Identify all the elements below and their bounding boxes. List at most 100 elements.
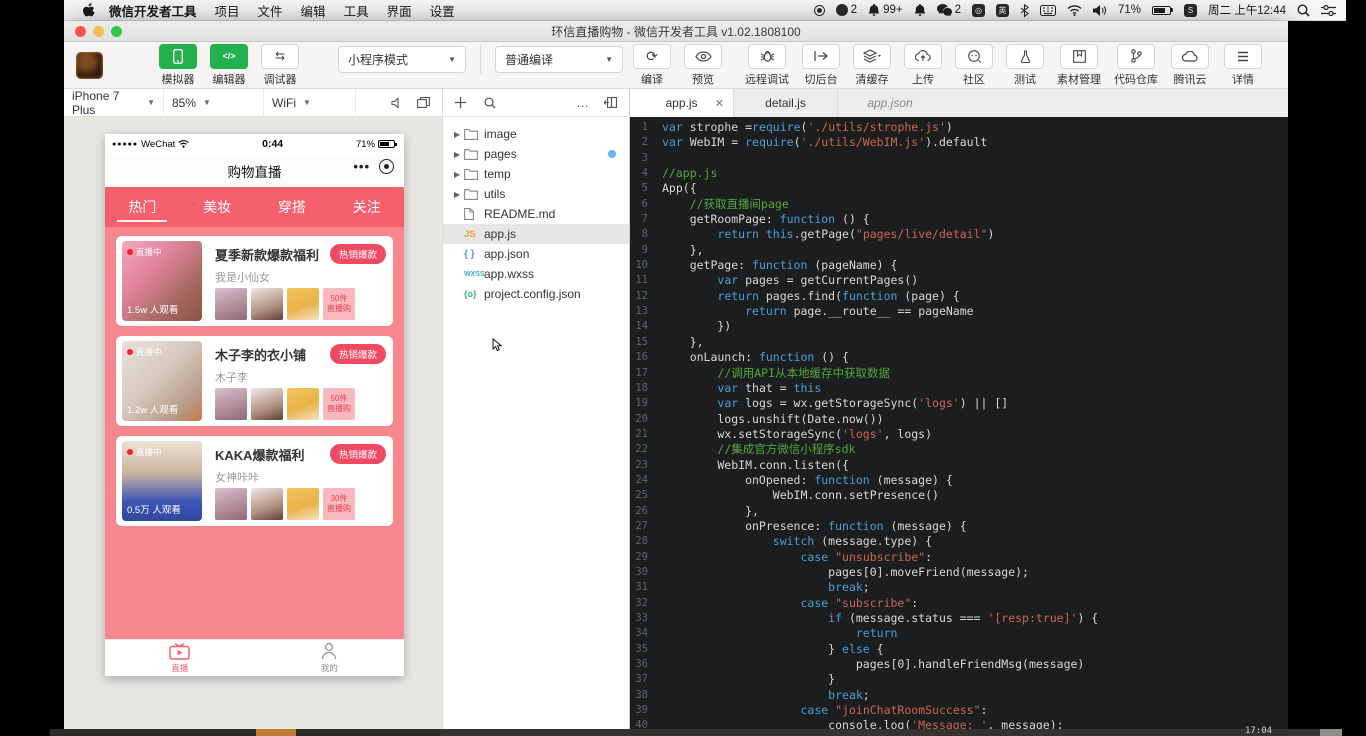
close-tab-icon[interactable]: ✕ [715, 97, 724, 110]
tabbar-live[interactable]: 直播 [105, 640, 255, 676]
tree-file-appjs[interactable]: JS app.js [443, 224, 629, 244]
live-card[interactable]: 直播中 1.2w 人观看 木子李的衣小铺 热销爆款 木子李 50件直播购 [116, 336, 393, 426]
close-window-button[interactable] [75, 26, 86, 37]
code-line[interactable]: 34 return [630, 626, 1288, 641]
code-line[interactable]: 36 pages[0].handleFriendMsg(message) [630, 657, 1288, 672]
tencent-cloud-button[interactable]: 腾讯云 [1171, 44, 1209, 87]
keyboard-icon[interactable] [1040, 5, 1056, 16]
live-card[interactable]: 直播中 1.5w 人观看 夏季新款爆款福利 热销爆款 我是小仙女 50件直播购 [116, 236, 393, 326]
buy-box[interactable]: 50件直播购 [323, 388, 355, 420]
code-line[interactable]: 27 onPresence: function (message) { [630, 519, 1288, 534]
code-line[interactable]: 7 getRoomPage: function () { [630, 212, 1288, 227]
upload-button[interactable]: 上传 [904, 44, 942, 87]
product-thumb[interactable] [251, 288, 283, 320]
menu-item[interactable]: 设置 [430, 1, 455, 20]
tab-beauty[interactable]: 美妆 [180, 187, 255, 227]
code-line[interactable]: 19 var logs = wx.getStorageSync('logs') … [630, 396, 1288, 411]
mode-select[interactable]: 小程序模式▼ [338, 46, 466, 73]
host-thumbnail[interactable]: 直播中 1.5w 人观看 [122, 241, 202, 321]
code-line[interactable]: 30 pages[0].moveFriend(message); [630, 565, 1288, 580]
preview-button[interactable]: 预览 [684, 44, 722, 87]
code-line[interactable]: 33 if (message.status === '[resp:true]')… [630, 611, 1288, 626]
code-line[interactable]: 37 } [630, 672, 1288, 687]
product-thumb[interactable] [287, 388, 319, 420]
code-line[interactable]: 4//app.js [630, 166, 1288, 181]
capsule-close-icon[interactable] [379, 159, 394, 174]
community-button[interactable]: 社区 [955, 44, 993, 87]
code-line[interactable]: 2var WebIM = require('./utils/WebIM.js')… [630, 135, 1288, 150]
tree-file-readme[interactable]: README.md [443, 204, 629, 224]
bell-icon[interactable] [868, 4, 880, 17]
product-thumb[interactable] [215, 488, 247, 520]
product-thumb[interactable] [215, 288, 247, 320]
vpn-icon[interactable] [836, 4, 848, 16]
code-line[interactable]: 31 break; [630, 580, 1288, 595]
tab-follow[interactable]: 关注 [329, 187, 404, 227]
editor-tab-appjson[interactable]: app.json [838, 89, 942, 117]
code-repo-button[interactable]: 代码仓库 [1114, 44, 1158, 87]
debugger-toggle-button[interactable]: ⇆ 调试器 [261, 44, 299, 87]
menu-app-name[interactable]: 微信开发者工具 [109, 1, 197, 20]
material-manage-button[interactable]: 素材管理 [1057, 44, 1101, 87]
code-line[interactable]: 25 WebIM.conn.setPresence() [630, 488, 1288, 503]
wechat-icon[interactable] [937, 4, 952, 16]
buy-box[interactable]: 30件直播购 [323, 488, 355, 520]
test-button[interactable]: 测试 [1006, 44, 1044, 87]
code-line[interactable]: 22 //集成官方微信小程序sdk [630, 442, 1288, 457]
spotlight-search-icon[interactable] [1297, 4, 1310, 17]
scale-select[interactable]: 85%▼ [164, 89, 264, 116]
tree-folder-temp[interactable]: ▶ temp [443, 164, 629, 184]
ime-lang-icon[interactable]: 英 [996, 4, 1009, 17]
code-line[interactable]: 14 }) [630, 319, 1288, 334]
tree-folder-utils[interactable]: ▶ utils [443, 184, 629, 204]
code-line[interactable]: 18 var that = this [630, 381, 1288, 396]
code-line[interactable]: 10 getPage: function (pageName) { [630, 258, 1288, 273]
ime-app-icon[interactable]: ◎ [972, 4, 985, 17]
code-line[interactable]: 28 switch (message.type) { [630, 534, 1288, 549]
bluetooth-icon[interactable] [1020, 4, 1029, 17]
device-select[interactable]: iPhone 7 Plus▼ [64, 89, 164, 116]
details-button[interactable]: 详情 [1224, 44, 1262, 87]
code-line[interactable]: 29 case "unsubscribe": [630, 550, 1288, 565]
code-line[interactable]: 17 //调用API从本地缓存中获取数据 [630, 366, 1288, 381]
volume-icon[interactable] [1093, 5, 1107, 16]
code-line[interactable]: 21 wx.setStorageSync('logs', logs) [630, 427, 1288, 442]
tree-folder-pages[interactable]: ▶ pages [443, 144, 629, 164]
code-line[interactable]: 1var strophe =require('./utils/strophe.j… [630, 120, 1288, 135]
collapse-panel-icon[interactable] [604, 97, 617, 108]
menubar-clock[interactable]: 周二 上午12:44 [1208, 2, 1286, 18]
code-line[interactable]: 5App({ [630, 181, 1288, 196]
proxy-app-icon[interactable]: S [1184, 4, 1197, 17]
code-lines[interactable]: 1var strophe =require('./utils/strophe.j… [630, 117, 1288, 729]
code-line[interactable]: 23 WebIM.conn.listen({ [630, 458, 1288, 473]
more-menu-icon[interactable]: ••• [353, 159, 370, 174]
code-line[interactable]: 11 var pages = getCurrentPages() [630, 273, 1288, 288]
window-titlebar[interactable]: 环信直播购物 - 微信开发者工具 v1.02.1808100 [64, 21, 1288, 42]
code-line[interactable]: 15 }, [630, 335, 1288, 350]
product-thumb[interactable] [287, 488, 319, 520]
menu-item[interactable]: 文件 [258, 1, 283, 20]
code-line[interactable]: 32 case "subscribe": [630, 596, 1288, 611]
code-line[interactable]: 20 logs.unshift(Date.now()) [630, 412, 1288, 427]
editor-toggle-button[interactable]: </> 编辑器 [210, 44, 248, 87]
product-thumb[interactable] [251, 488, 283, 520]
compile-mode-select[interactable]: 普通编译▼ [495, 46, 623, 73]
network-select[interactable]: WiFi▼ [264, 89, 356, 116]
tabbar-me[interactable]: 我的 [255, 640, 405, 676]
menu-item[interactable]: 界面 [387, 1, 412, 20]
apple-icon[interactable] [82, 3, 95, 18]
product-thumb[interactable] [215, 388, 247, 420]
host-thumbnail[interactable]: 直播中 1.2w 人观看 [122, 341, 202, 421]
clear-cache-button[interactable]: 清缓存 [853, 44, 891, 87]
compile-button[interactable]: ⟳ 编译 [633, 44, 671, 87]
code-line[interactable]: 6 //获取直播间page [630, 197, 1288, 212]
wifi-icon[interactable] [1067, 5, 1082, 16]
code-line[interactable]: 39 case "joinChatRoomSuccess": [630, 703, 1288, 718]
tree-file-projectconfig[interactable]: {o} project.config.json [443, 284, 629, 304]
menu-item[interactable]: 项目 [215, 1, 240, 20]
minimize-window-button[interactable] [93, 26, 104, 37]
tab-outfit[interactable]: 穿搭 [255, 187, 330, 227]
code-line[interactable]: 12 return pages.find(function (page) { [630, 289, 1288, 304]
live-card[interactable]: 直播中 0.5万 人观看 KAKA爆款福利 热销爆款 女神咔咔 30件直播购 [116, 436, 393, 526]
editor-tab-detailjs[interactable]: detail.js [734, 89, 838, 117]
